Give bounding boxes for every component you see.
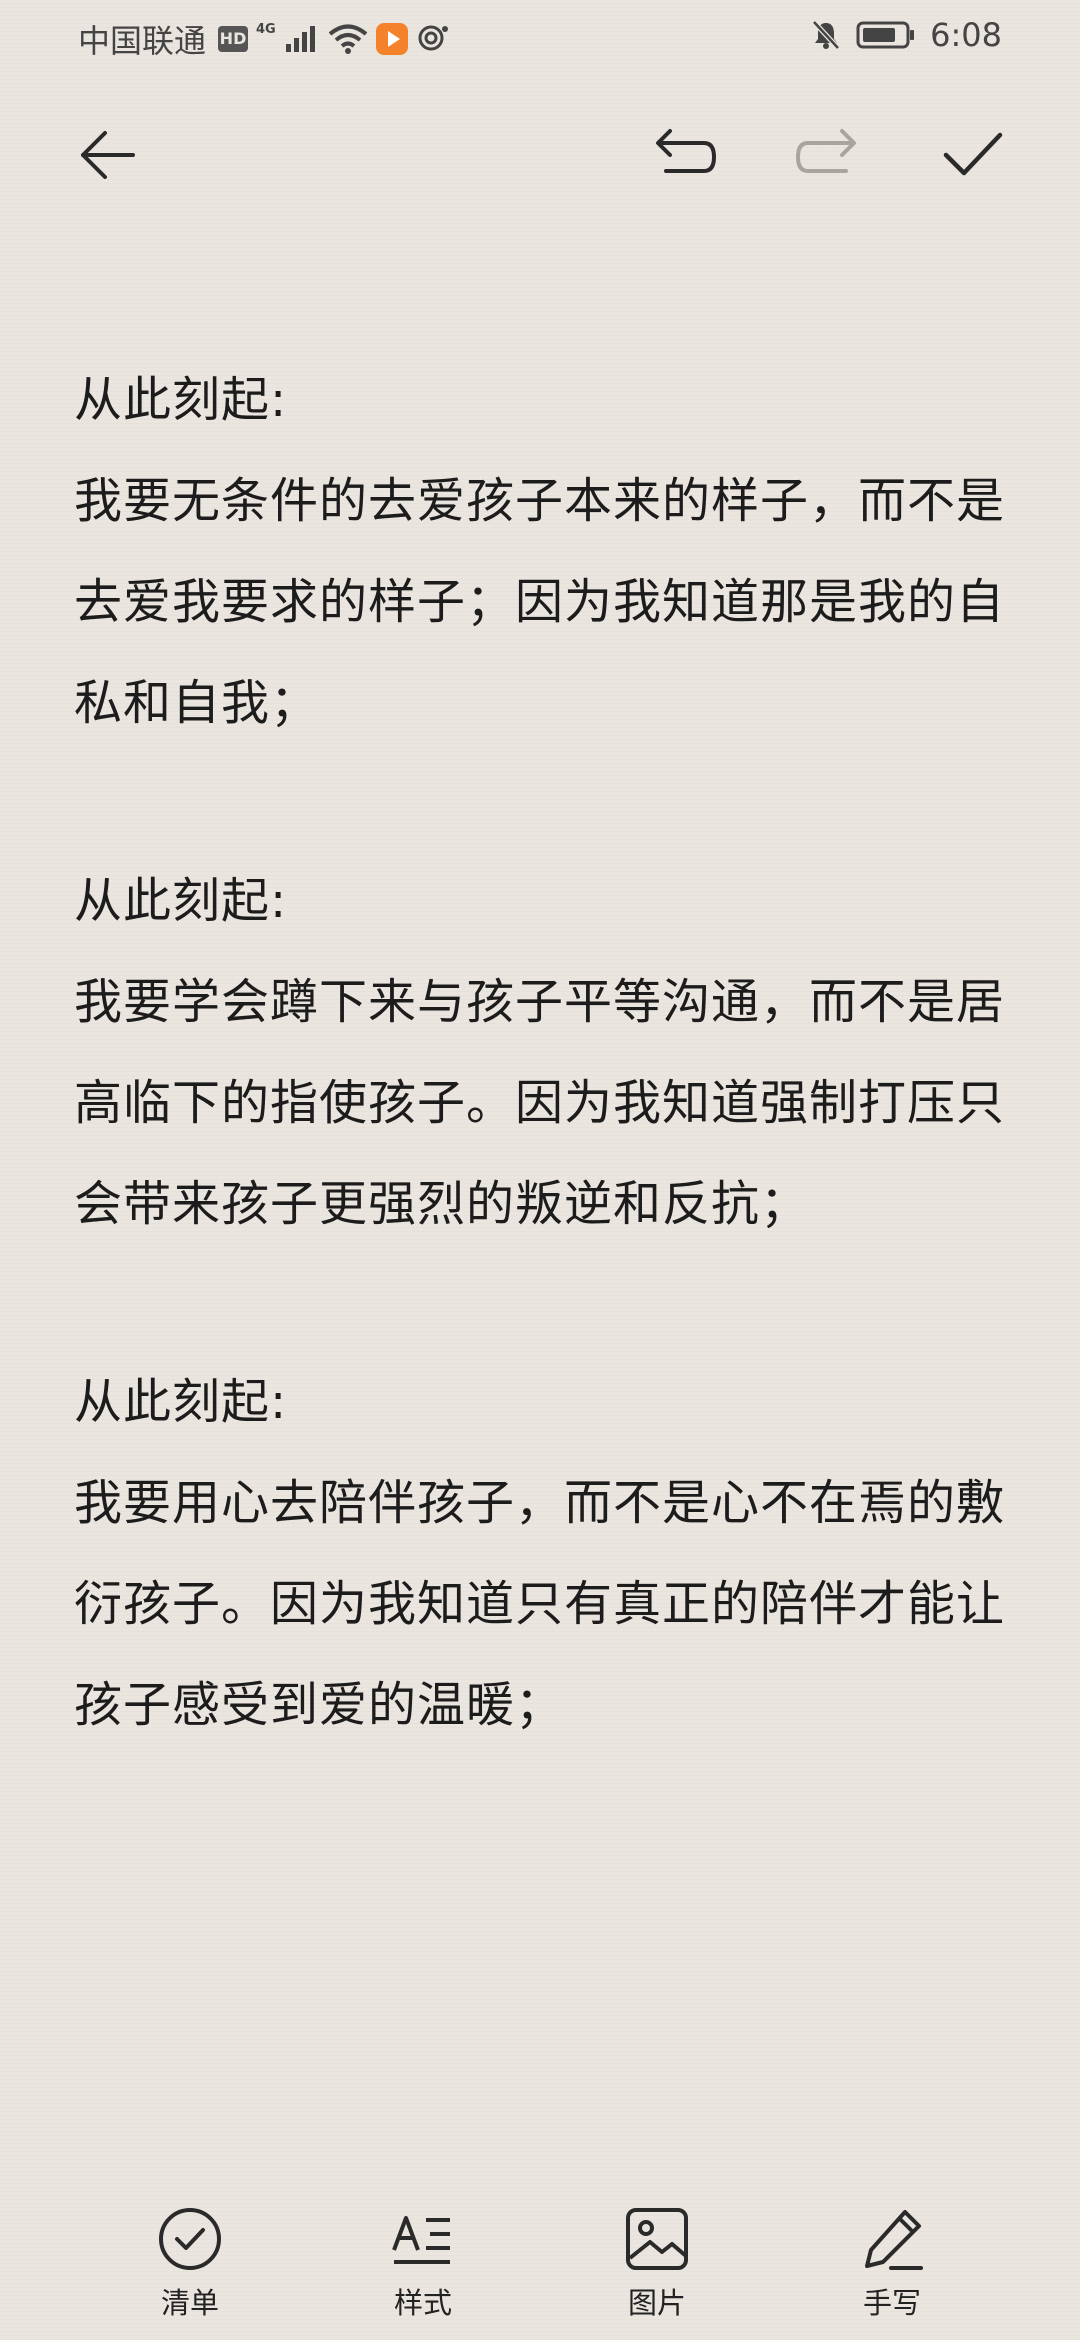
hd-icon: HD (218, 26, 249, 52)
editor-toolbar (0, 110, 1080, 200)
undo-button[interactable] (640, 110, 730, 200)
clock-time: 6:08 (930, 16, 1002, 54)
battery-icon (856, 21, 915, 49)
image-label: 图片 (627, 2286, 686, 2320)
network-type: 4G (256, 21, 276, 37)
paragraph-text: 我要用心去陪伴孩子，而不是心不在焉的敷衍孩子。因为我知道只有真正的陪伴才能让孩子… (74, 1475, 1006, 1733)
handwriting-pen-icon (852, 2202, 932, 2276)
back-arrow-icon (81, 131, 135, 179)
text-style-icon (383, 2202, 463, 2276)
paragraph-heading: 从此刻起: (74, 372, 288, 428)
image-button[interactable]: 图片 (587, 2202, 727, 2322)
check-icon (943, 132, 1003, 176)
paragraph-heading: 从此刻起: (74, 1374, 288, 1430)
paragraph-heading: 从此刻起: (74, 873, 288, 929)
wifi-icon (328, 24, 368, 54)
bottom-toolbar: 清单 样式 图片 手写 (0, 2190, 1080, 2340)
redo-icon (795, 129, 856, 173)
note-paragraph: 从此刻起: 我要用心去陪伴孩子，而不是心不在焉的敷衍孩子。因为我知道只有真正的陪… (74, 1352, 1014, 1756)
text-style-label: 样式 (393, 2286, 452, 2320)
note-paragraph: 从此刻起: 我要学会蹲下来与孩子平等沟通，而不是居高临下的指使孩子。因为我知道强… (74, 851, 1014, 1255)
status-bar: 中国联通 HD 4G 6:08 (0, 0, 1080, 72)
checklist-label: 清单 (160, 2286, 219, 2320)
carrier-name: 中国联通 (78, 22, 207, 60)
checklist-icon (150, 2202, 230, 2276)
hotspot-icon (418, 25, 448, 51)
text-style-button[interactable]: 样式 (353, 2202, 493, 2322)
note-editor-screen: 中国联通 HD 4G 6:08 从此刻起: 我要无条件的去爱孩子本来的样子，而不… (0, 0, 1080, 2340)
handwriting-label: 手写 (862, 2286, 921, 2320)
back-button[interactable] (62, 110, 152, 200)
redo-button[interactable] (782, 110, 872, 200)
video-app-icon (375, 23, 408, 55)
note-content-area[interactable]: 从此刻起: 我要无条件的去爱孩子本来的样子，而不是去爱我要求的样子；因为我知道那… (74, 350, 1014, 1756)
status-left: 中国联通 HD 4G (78, 16, 450, 62)
handwriting-button[interactable]: 手写 (822, 2202, 962, 2322)
checklist-button[interactable]: 清单 (120, 2202, 260, 2322)
mute-icon (812, 20, 840, 50)
save-check-button[interactable] (928, 110, 1018, 200)
paragraph-text: 我要无条件的去爱孩子本来的样子，而不是去爱我要求的样子；因为我知道那是我的自私和… (74, 473, 1006, 731)
note-paragraph: 从此刻起: 我要无条件的去爱孩子本来的样子，而不是去爱我要求的样子；因为我知道那… (74, 350, 1014, 754)
status-right: 6:08 (810, 16, 1002, 54)
paragraph-text: 我要学会蹲下来与孩子平等沟通，而不是居高临下的指使孩子。因为我知道强制打压只会带… (74, 974, 1006, 1232)
image-icon (617, 2202, 697, 2276)
undo-icon (656, 129, 717, 173)
signal-icon (285, 26, 315, 52)
